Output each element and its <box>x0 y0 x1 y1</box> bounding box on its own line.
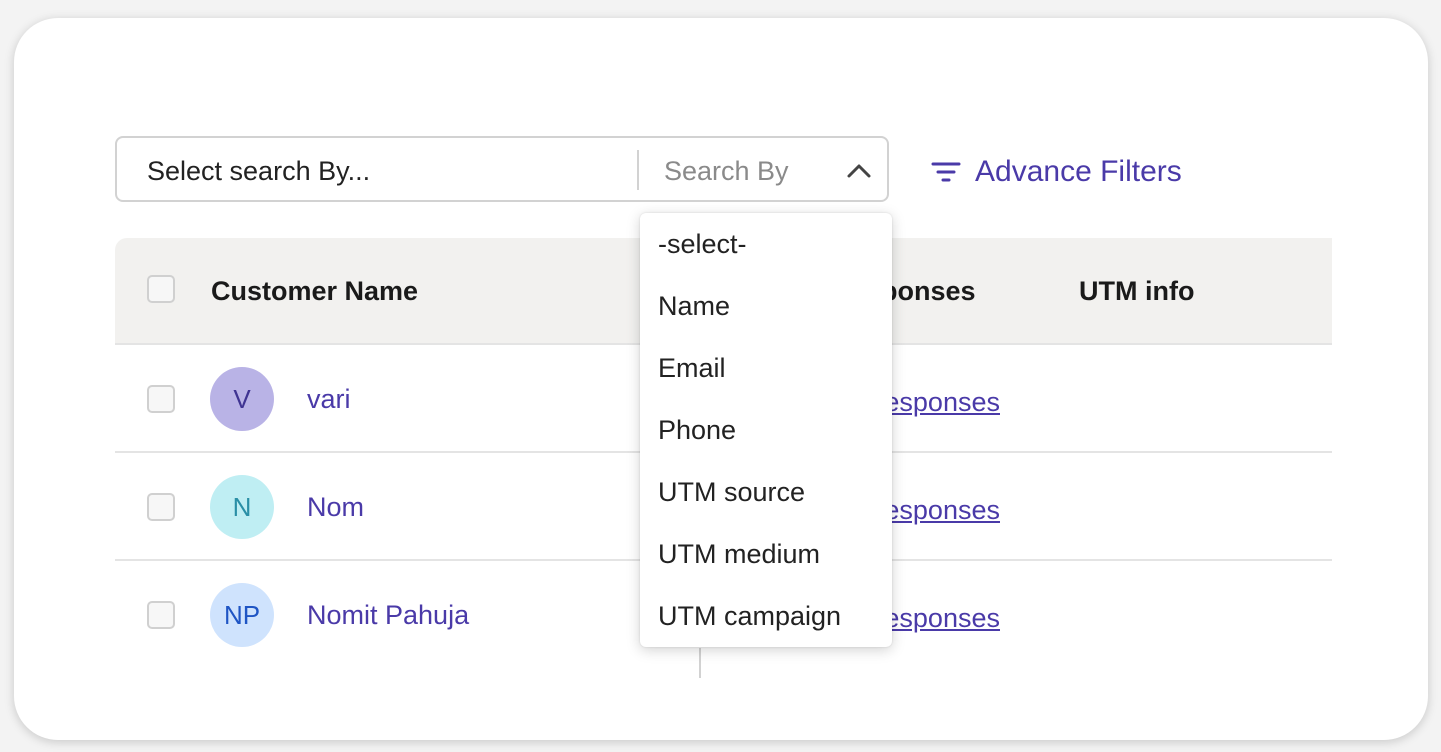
dropdown-option-utm-source[interactable]: UTM source <box>658 461 888 523</box>
select-all-checkbox[interactable] <box>147 275 175 303</box>
avatar: N <box>210 475 274 539</box>
advance-filters-button[interactable]: Advance Filters <box>931 154 1182 190</box>
advance-filters-label: Advance Filters <box>975 155 1182 188</box>
responses-cell: Responses <box>880 491 1000 531</box>
responses-link[interactable]: Responses <box>880 603 1000 633</box>
dropdown-option-utm-medium[interactable]: UTM medium <box>658 523 888 585</box>
column-divider <box>699 648 701 678</box>
responses-link[interactable]: Responses <box>880 387 1000 417</box>
row-checkbox[interactable] <box>147 493 175 521</box>
dropdown-option-select[interactable]: -select- <box>658 213 888 275</box>
responses-cell: Responses <box>880 383 1000 423</box>
chevron-up-icon <box>847 164 871 178</box>
header-utm-info: UTM info <box>1079 276 1195 306</box>
header-responses: ponses <box>881 276 976 306</box>
row-checkbox[interactable] <box>147 385 175 413</box>
customer-name-link[interactable]: vari <box>307 384 351 414</box>
search-input[interactable] <box>147 156 627 186</box>
search-by-label: Search By <box>664 156 789 186</box>
search-divider <box>637 150 639 190</box>
responses-link[interactable]: Responses <box>880 495 1000 525</box>
row-checkbox[interactable] <box>147 601 175 629</box>
header-customer-name: Customer Name <box>211 276 419 306</box>
search-by-select[interactable]: Search By <box>642 138 887 200</box>
dropdown-option-utm-campaign[interactable]: UTM campaign <box>658 585 888 647</box>
search-box: Search By <box>115 136 889 202</box>
avatar: V <box>210 367 274 431</box>
filter-icon <box>931 162 961 182</box>
dropdown-option-email[interactable]: Email <box>658 337 888 399</box>
dropdown-option-phone[interactable]: Phone <box>658 399 888 461</box>
dropdown-option-name[interactable]: Name <box>658 275 888 337</box>
customer-name-link[interactable]: Nomit Pahuja <box>307 600 469 630</box>
responses-cell: Responses <box>880 599 1000 639</box>
customer-name-link[interactable]: Nom <box>307 492 364 522</box>
search-by-dropdown-menu: -select- Name Email Phone UTM source UTM… <box>640 213 892 647</box>
avatar: NP <box>210 583 274 647</box>
customers-card: Search By Advance Filters Customer Name … <box>14 18 1428 740</box>
